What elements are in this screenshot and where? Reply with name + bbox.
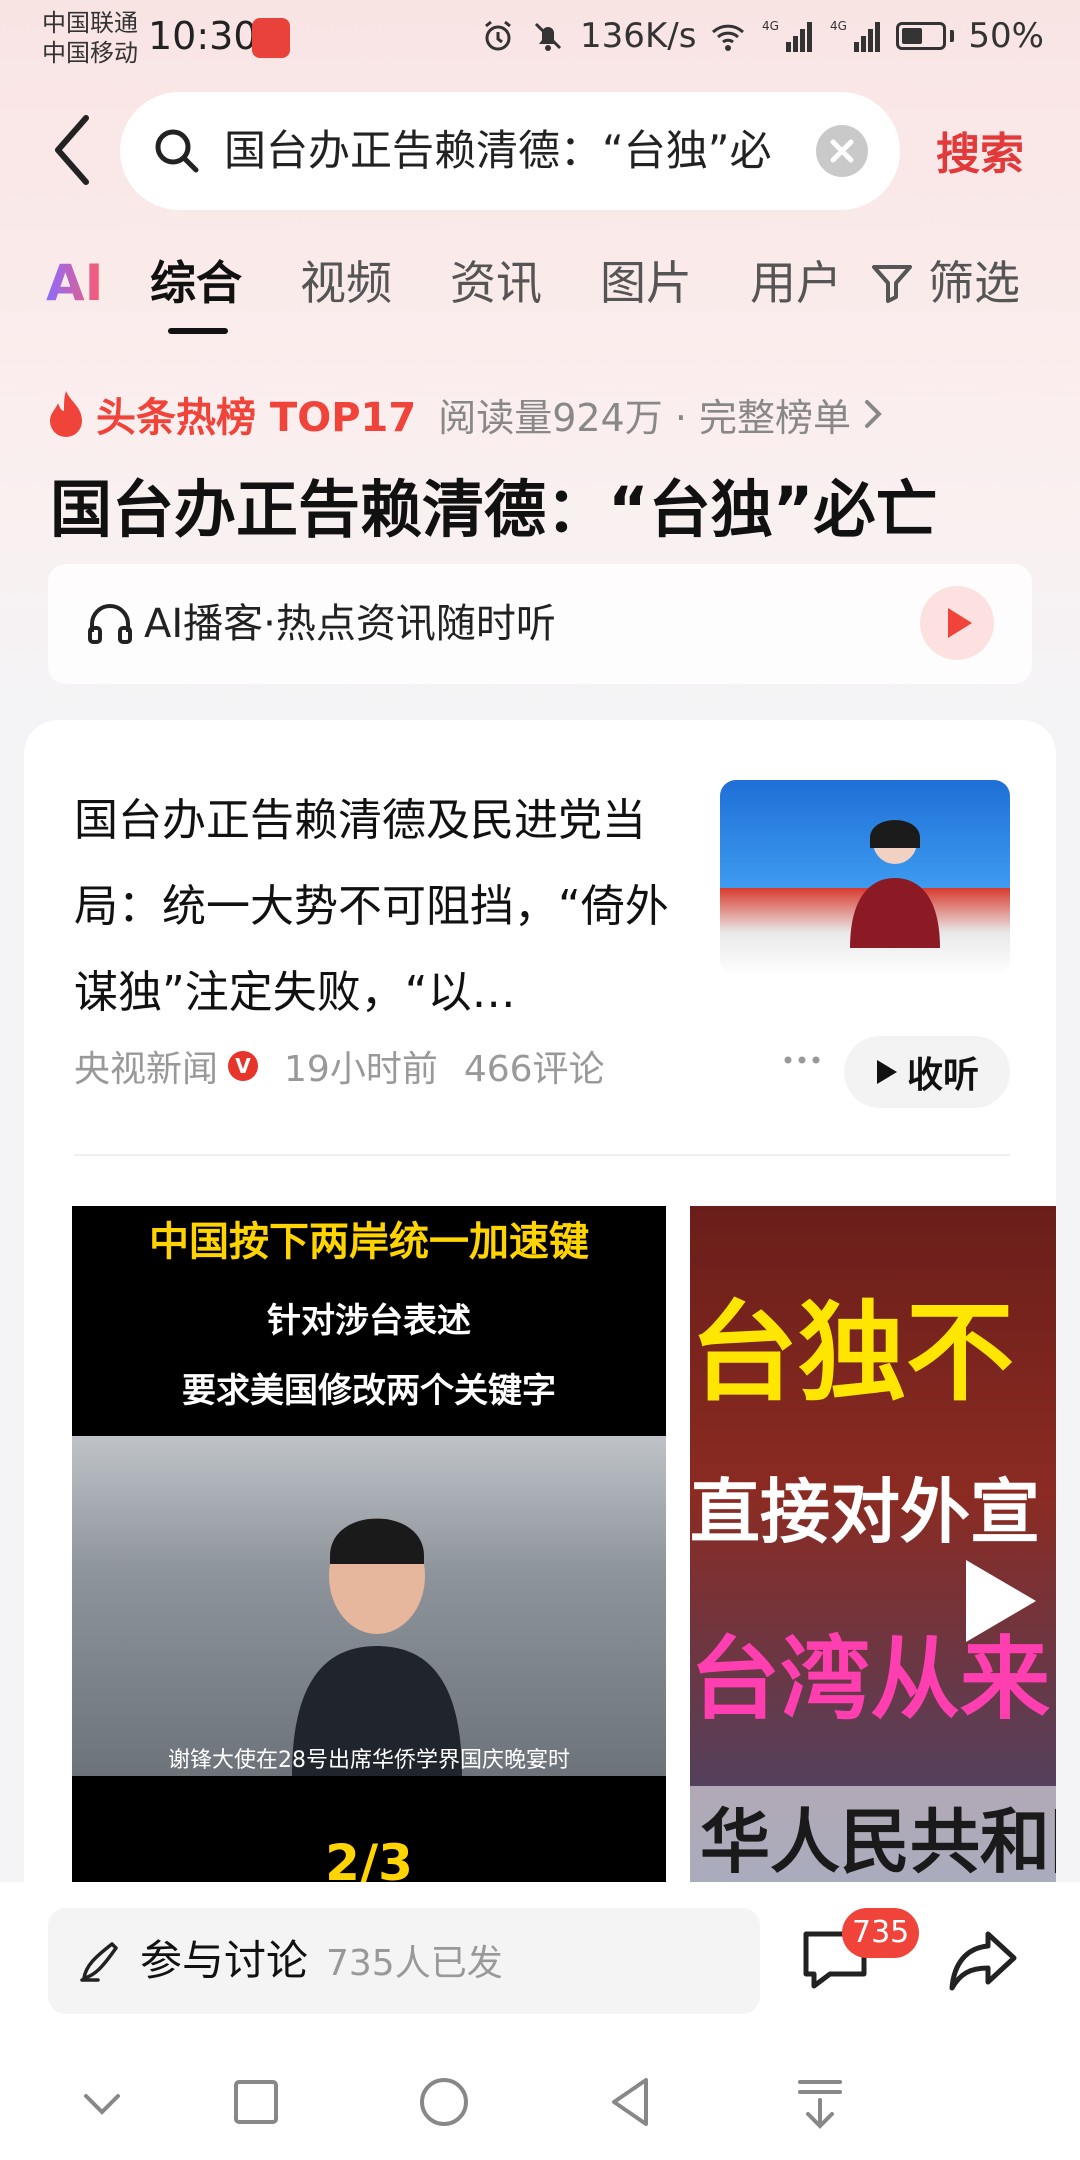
chevron-down-icon[interactable]: [72, 2072, 132, 2132]
back-arrow-icon[interactable]: [46, 110, 102, 190]
article-meta: 央视新闻 V 19小时前 466评论: [74, 1040, 605, 1092]
signal-icon-1: 4G: [762, 19, 813, 52]
tab-news[interactable]: 资讯: [450, 250, 542, 316]
video-2-line-2: 直接对外宣: [690, 1471, 1040, 1553]
status-bar: 中国联通 中国移动 10:30 136K/s 4G 4G 50%: [0, 0, 1080, 80]
tab-comprehensive[interactable]: 综合: [150, 250, 242, 316]
signal-1-label: 4G: [762, 19, 779, 33]
clear-search-button[interactable]: [816, 125, 868, 177]
ai-podcast-label: AI播客·热点资讯随时听: [144, 601, 556, 647]
tab-ai[interactable]: AI: [46, 250, 103, 316]
podcast-play-button[interactable]: [920, 586, 994, 660]
search-query[interactable]: 国台办正告赖清德：“台独”必: [224, 122, 814, 180]
more-options-icon[interactable]: [782, 1050, 822, 1070]
battery-icon: [896, 22, 955, 50]
carrier-2: 中国移动: [42, 39, 138, 67]
back-triangle-icon[interactable]: [602, 2072, 662, 2132]
battery-percent: 50%: [968, 16, 1044, 56]
speaker-image: [292, 1518, 462, 1776]
hot-meta[interactable]: 阅读量924万 · 完整榜单: [438, 387, 851, 442]
home-circle-icon[interactable]: [414, 2072, 474, 2132]
article-time: 19小时前: [284, 1049, 438, 1090]
divider: [74, 1154, 1010, 1156]
mute-bell-icon: [534, 22, 562, 51]
search-input[interactable]: 国台办正告赖清德：“台独”必: [120, 92, 900, 210]
comment-count-badge: 735: [842, 1908, 920, 1958]
tab-users[interactable]: 用户: [750, 250, 842, 316]
pen-icon: [80, 1942, 118, 1982]
filter-label: 筛选: [928, 256, 1020, 310]
play-icon: [876, 1060, 897, 1084]
video-2-line-1: 台独不: [690, 1291, 1015, 1416]
play-icon: [948, 608, 972, 638]
discussion-label: 参与讨论: [140, 1936, 309, 1985]
article-comments: 466评论: [463, 1049, 605, 1090]
carrier-1: 中国联通: [42, 9, 138, 37]
share-icon[interactable]: [948, 1926, 1018, 1996]
hot-list-row[interactable]: 头条热榜 TOP17 阅读量924万 · 完整榜单: [46, 384, 887, 444]
tab-images[interactable]: 图片: [600, 250, 692, 316]
active-tab-indicator: [168, 328, 228, 334]
video-1-caption-1: 中国按下两岸统一加速键: [149, 1219, 589, 1265]
status-icons: 136K/s 4G 4G 50%: [480, 14, 1044, 58]
alarm-icon: [485, 20, 511, 51]
article-thumbnail[interactable]: [720, 780, 1010, 976]
video-play-icon[interactable]: [960, 1556, 1040, 1646]
listen-button[interactable]: 收听: [844, 1036, 1010, 1108]
search-icon: [155, 129, 199, 173]
article-title[interactable]: 国台办正告赖清德及民进党当局：统一大势不可阻挡，“倚外谋独”注定失败，“以…: [74, 778, 694, 1036]
hot-topic-title: 国台办正告赖清德：“台独”必亡: [50, 473, 938, 546]
system-navigation-bar: [0, 2032, 1080, 2160]
chevron-right-icon: [864, 400, 882, 428]
tab-video[interactable]: 视频: [300, 250, 392, 316]
network-speed: 136K/s: [580, 16, 697, 56]
notification-pull-icon[interactable]: [790, 2072, 850, 2132]
signal-icon-2: 4G: [830, 19, 881, 52]
flame-icon: [50, 391, 82, 437]
news-anchor-image: [850, 820, 940, 948]
carrier-names: 中国联通 中国移动: [42, 8, 138, 68]
video-1-caption-2: 针对涉台表述: [267, 1301, 471, 1341]
ai-podcast-card[interactable]: AI播客·热点资讯随时听: [48, 564, 1032, 684]
video-1-caption-3: 要求美国修改两个关键字: [182, 1371, 556, 1411]
close-icon: [830, 139, 854, 163]
huawei-app-icon: [252, 18, 290, 58]
bottom-action-bar: 参与讨论 735人已发 735: [0, 1882, 1080, 2032]
join-discussion-input[interactable]: 参与讨论 735人已发: [48, 1908, 760, 2014]
video-1-subtitle: 谢锋大使在28号出席华侨学界国庆晚宴时: [168, 1748, 570, 1773]
filter-icon: [872, 265, 912, 303]
wifi-icon: [712, 24, 745, 51]
search-button[interactable]: 搜索: [936, 118, 1024, 182]
article-source[interactable]: 央视新闻: [74, 1040, 218, 1092]
filter-button[interactable]: 筛选: [868, 250, 1020, 316]
discussion-count: 735人已发: [326, 1943, 503, 1984]
recents-square-icon[interactable]: [226, 2072, 286, 2132]
video-thumbnail-1[interactable]: 中国按下两岸统一加速键 针对涉台表述 要求美国修改两个关键字 谢锋大使在28号出…: [72, 1206, 666, 1926]
result-tabs: AI 综合 视频 资讯 图片 用户 筛选: [0, 250, 1080, 340]
headphone-icon: [88, 604, 132, 644]
hot-rank-label: 头条热榜 TOP17: [96, 395, 417, 441]
verified-badge-icon: V: [228, 1051, 259, 1081]
listen-label: 收听: [906, 1055, 979, 1096]
video-2-line-4: 华人民共和国: [690, 1786, 1056, 1887]
signal-2-label: 4G: [830, 19, 847, 33]
clock: 10:30: [148, 14, 258, 58]
video-thumbnail-2[interactable]: 台独不 直接对外宣 台湾从来 华人民共和国: [690, 1206, 1056, 1926]
